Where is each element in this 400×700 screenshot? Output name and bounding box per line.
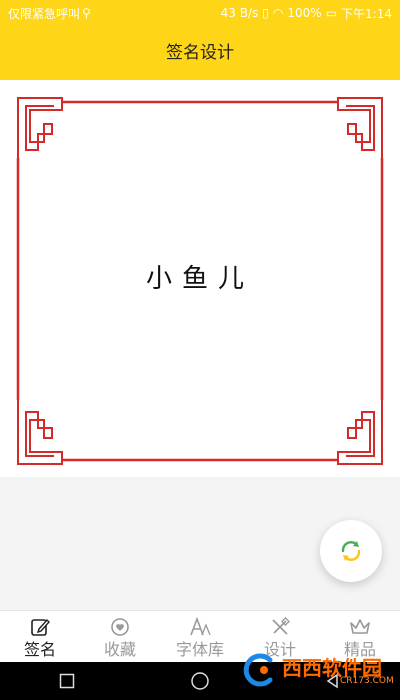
pen-icon (29, 616, 51, 638)
design-icon (269, 616, 291, 638)
vibrate-icon: ▯ (262, 6, 269, 20)
network-speed: 43 B/s (220, 6, 259, 20)
signature-text: 小鱼儿 (145, 264, 254, 294)
site-watermark: 西西软件园 CR173.COM (240, 650, 394, 690)
battery-icon: ▭ (325, 6, 338, 20)
nav-label: 收藏 (103, 640, 136, 659)
refresh-button[interactable] (320, 520, 382, 582)
refresh-icon (341, 541, 361, 561)
clock: 下午1:14 (341, 6, 392, 21)
home-button[interactable] (180, 662, 220, 700)
carrier-text: 仅限紧急呼叫 (8, 6, 81, 21)
status-bar: 仅限紧急呼叫 ⚲ 43 B/s ▯ ◠ 100% ▭ 下午1:14 (0, 0, 400, 26)
wifi-icon: ◠ (272, 6, 284, 20)
watermark-logo-icon (243, 653, 273, 687)
crown-icon (349, 616, 371, 638)
recent-apps-button[interactable] (47, 662, 87, 700)
page-title: 签名设计 (166, 43, 234, 63)
signature-canvas[interactable]: 小鱼儿 (0, 80, 400, 477)
usb-icon: ⚲ (82, 6, 91, 20)
nav-label: 字体库 (175, 640, 224, 659)
heart-icon (109, 616, 131, 638)
watermark-subtext: CR173.COM (340, 676, 394, 686)
nav-item-favorites[interactable]: 收藏 (80, 611, 160, 662)
nav-label: 签名 (23, 640, 56, 659)
battery-level: 100% (287, 6, 322, 20)
app-header: 仅限紧急呼叫 ⚲ 43 B/s ▯ ◠ 100% ▭ 下午1:14 签名设计 (0, 0, 400, 80)
font-icon (189, 616, 211, 638)
nav-item-signature[interactable]: 签名 (0, 611, 80, 662)
nav-item-font-library[interactable]: 字体库 (160, 611, 240, 662)
